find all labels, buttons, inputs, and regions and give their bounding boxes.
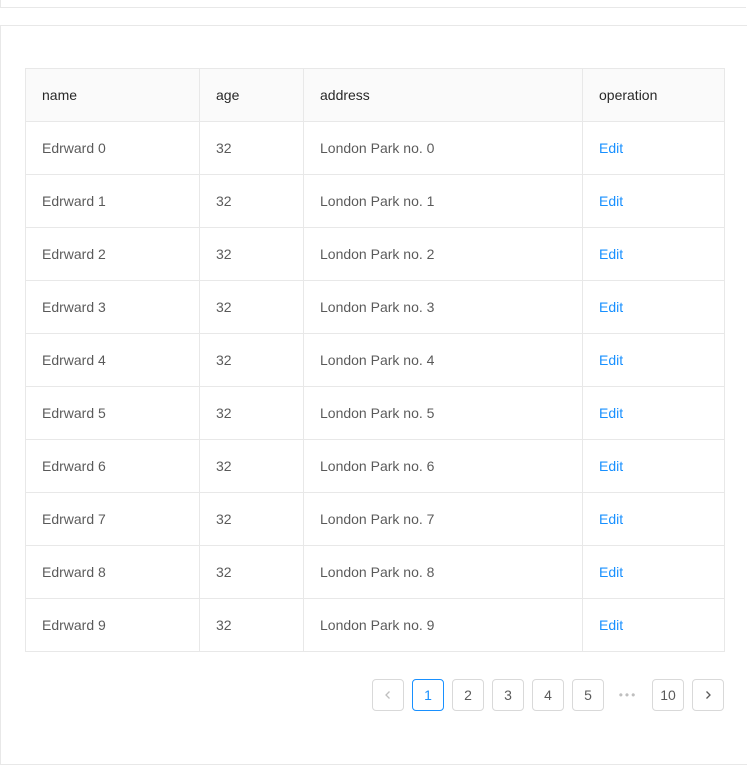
cell-age: 32 (199, 492, 304, 546)
cell-operation: Edit (582, 439, 725, 493)
cell-name: Edrward 5 (25, 386, 200, 440)
cell-address: London Park no. 9 (303, 598, 583, 652)
cell-age: 32 (199, 121, 304, 175)
next-page-button[interactable] (692, 679, 724, 711)
table-row: Edrward 6 32 London Park no. 6 Edit (25, 439, 725, 493)
cell-address: London Park no. 6 (303, 439, 583, 493)
edit-link[interactable]: Edit (599, 352, 623, 368)
table-row: Edrward 9 32 London Park no. 9 Edit (25, 598, 725, 652)
edit-link[interactable]: Edit (599, 617, 623, 633)
cell-operation: Edit (582, 121, 725, 175)
table-row: Edrward 2 32 London Park no. 2 Edit (25, 227, 725, 281)
cell-name: Edrward 3 (25, 280, 200, 334)
cell-name: Edrward 9 (25, 598, 200, 652)
cell-age: 32 (199, 545, 304, 599)
edit-link[interactable]: Edit (599, 564, 623, 580)
edit-link[interactable]: Edit (599, 405, 623, 421)
edit-link[interactable]: Edit (599, 246, 623, 262)
column-header-operation: operation (582, 68, 725, 122)
cell-name: Edrward 0 (25, 121, 200, 175)
table-row: Edrward 4 32 London Park no. 4 Edit (25, 333, 725, 387)
cell-operation: Edit (582, 545, 725, 599)
cell-age: 32 (199, 227, 304, 281)
cell-operation: Edit (582, 598, 725, 652)
edit-link[interactable]: Edit (599, 193, 623, 209)
page-3-button[interactable]: 3 (492, 679, 524, 711)
cell-name: Edrward 1 (25, 174, 200, 228)
chevron-right-icon (706, 691, 711, 699)
edit-link[interactable]: Edit (599, 299, 623, 315)
cell-age: 32 (199, 598, 304, 652)
table-row: Edrward 1 32 London Park no. 1 Edit (25, 174, 725, 228)
pagination: 1 2 3 4 5 ••• 10 (372, 679, 724, 711)
page-2-button[interactable]: 2 (452, 679, 484, 711)
cell-age: 32 (199, 439, 304, 493)
cell-name: Edrward 7 (25, 492, 200, 546)
page-4-button[interactable]: 4 (532, 679, 564, 711)
cell-address: London Park no. 3 (303, 280, 583, 334)
column-header-age: age (199, 68, 304, 122)
cell-operation: Edit (582, 492, 725, 546)
table-row: Edrward 8 32 London Park no. 8 Edit (25, 545, 725, 599)
cell-address: London Park no. 7 (303, 492, 583, 546)
table-header-row: name age address operation (25, 68, 725, 122)
page-10-button[interactable]: 10 (652, 679, 684, 711)
jump-next-ellipsis[interactable]: ••• (612, 679, 644, 711)
page-1-button[interactable]: 1 (412, 679, 444, 711)
cell-operation: Edit (582, 333, 725, 387)
cell-name: Edrward 2 (25, 227, 200, 281)
cell-name: Edrward 4 (25, 333, 200, 387)
column-header-address: address (303, 68, 583, 122)
cell-operation: Edit (582, 386, 725, 440)
data-table: name age address operation Edrward 0 32 … (25, 68, 725, 652)
edit-link[interactable]: Edit (599, 140, 623, 156)
cell-address: London Park no. 2 (303, 227, 583, 281)
cell-address: London Park no. 1 (303, 174, 583, 228)
table-row: Edrward 7 32 London Park no. 7 Edit (25, 492, 725, 546)
cell-age: 32 (199, 280, 304, 334)
edit-link[interactable]: Edit (599, 458, 623, 474)
page-5-button[interactable]: 5 (572, 679, 604, 711)
cell-operation: Edit (582, 280, 725, 334)
cell-operation: Edit (582, 227, 725, 281)
chevron-left-icon (385, 691, 390, 699)
cell-age: 32 (199, 174, 304, 228)
cell-age: 32 (199, 386, 304, 440)
edit-link[interactable]: Edit (599, 511, 623, 527)
column-header-name: name (25, 68, 200, 122)
cell-address: London Park no. 8 (303, 545, 583, 599)
table-row: Edrward 3 32 London Park no. 3 Edit (25, 280, 725, 334)
cell-operation: Edit (582, 174, 725, 228)
cell-name: Edrward 8 (25, 545, 200, 599)
cell-age: 32 (199, 333, 304, 387)
table-row: Edrward 0 32 London Park no. 0 Edit (25, 121, 725, 175)
cell-address: London Park no. 4 (303, 333, 583, 387)
cell-address: London Park no. 0 (303, 121, 583, 175)
cell-address: London Park no. 5 (303, 386, 583, 440)
top-card (0, 0, 746, 8)
table-row: Edrward 5 32 London Park no. 5 Edit (25, 386, 725, 440)
cell-name: Edrward 6 (25, 439, 200, 493)
prev-page-button[interactable] (372, 679, 404, 711)
